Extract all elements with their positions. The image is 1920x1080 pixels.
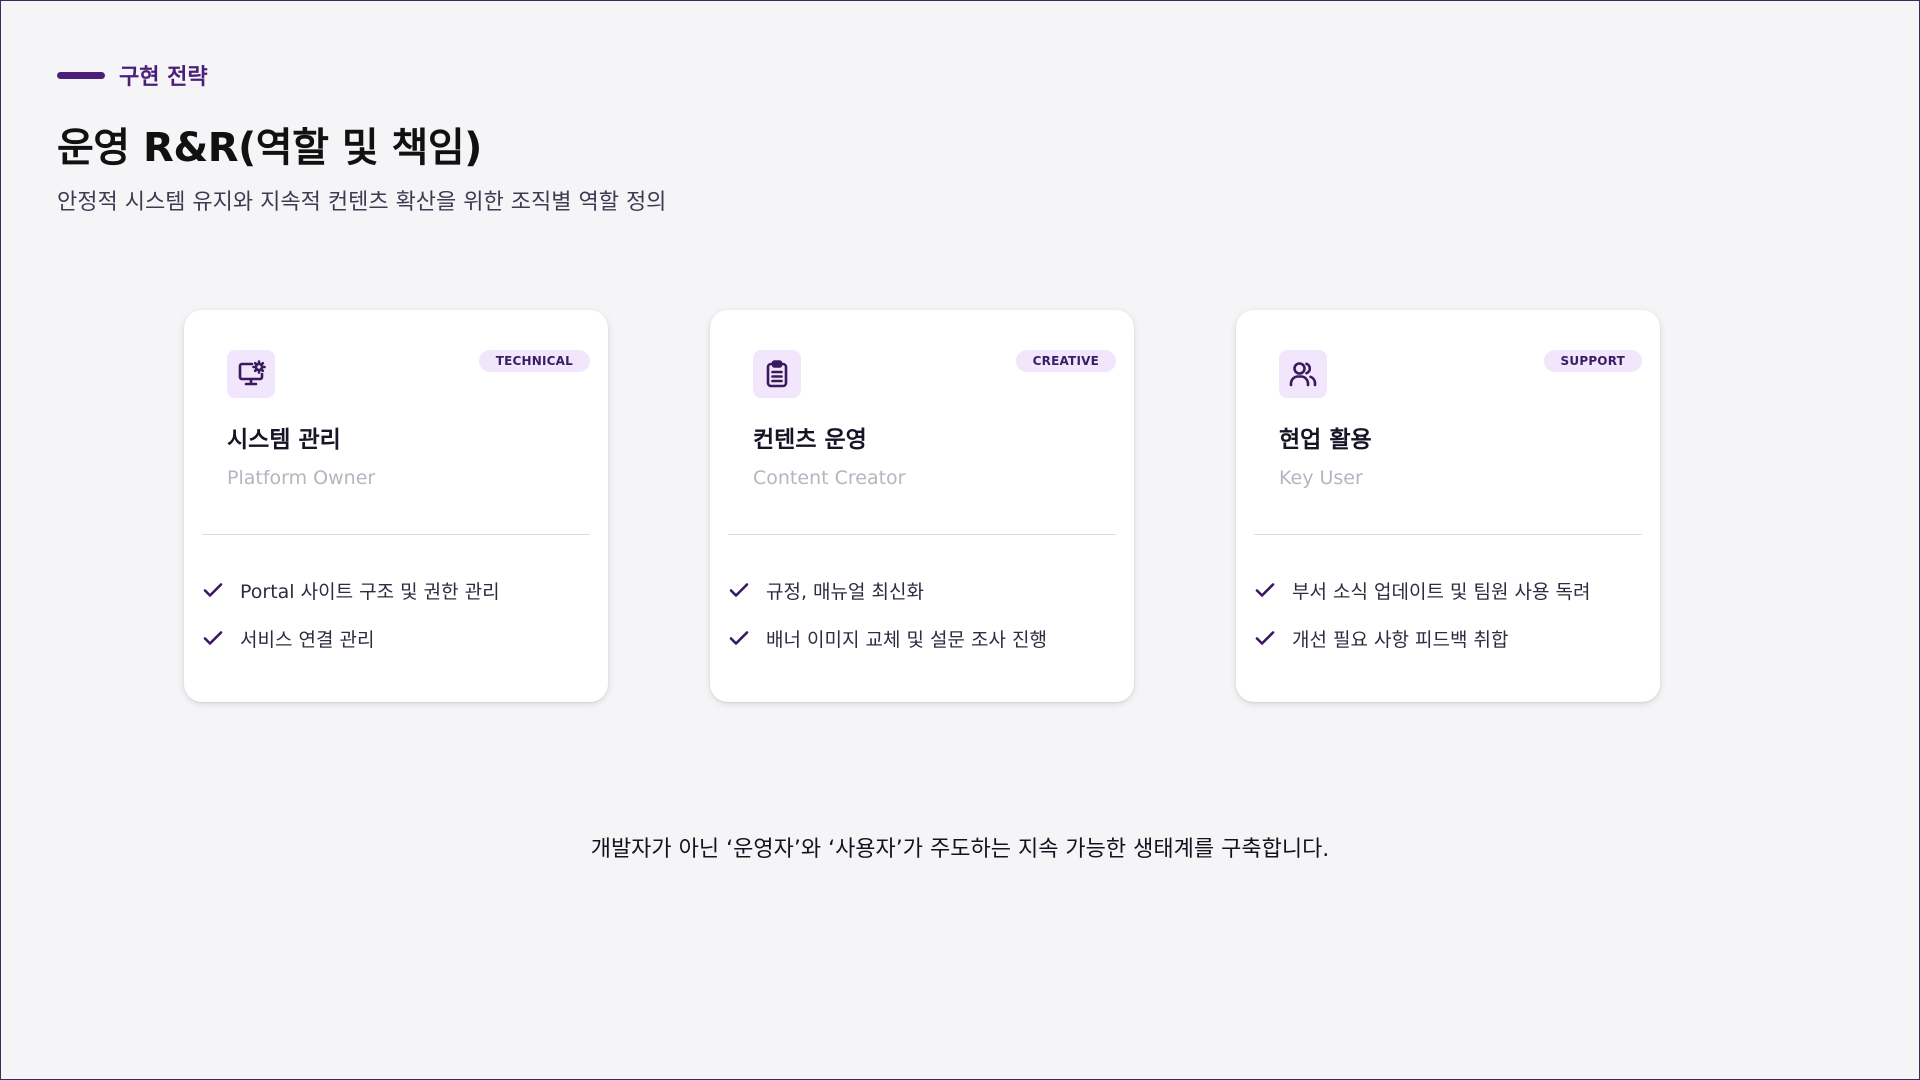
card-role: Key User [1279,467,1363,489]
list-item: 규정, 매뉴얼 최신화 [728,566,1124,614]
category-badge: SUPPORT [1543,350,1642,372]
responsibility-list: 규정, 매뉴얼 최신화 배너 이미지 교체 및 설문 조사 진행 [728,566,1124,662]
list-item-text: 부서 소식 업데이트 및 팀원 사용 독려 [1292,580,1591,603]
check-icon [1255,583,1275,597]
card-title: 시스템 관리 [227,427,341,453]
users-icon [1279,350,1327,398]
card-title: 현업 활용 [1279,427,1372,453]
page-subtitle: 안정적 시스템 유지와 지속적 컨텐츠 확산을 위한 조직별 역할 정의 [57,190,667,215]
clipboard-list-icon [753,350,801,398]
monitor-gear-icon [227,350,275,398]
check-icon [729,631,749,645]
card-title: 컨텐츠 운영 [753,427,867,453]
footer-statement: 개발자가 아닌 ‘운영자’와 ‘사용자’가 주도하는 지속 가능한 생태계를 구… [590,837,1330,862]
list-item: 개선 필요 사항 피드백 취합 [1254,614,1650,662]
role-card-business: SUPPORT 현업 활용 Key User 부서 소식 업데이트 및 팀원 사… [1236,310,1660,702]
role-card-content: CREATIVE 컨텐츠 운영 Content Creator 규정, 매뉴얼 … [710,310,1134,702]
responsibility-list: Portal 사이트 구조 및 권한 관리 서비스 연결 관리 [202,566,598,662]
category-badge: TECHNICAL [478,350,590,372]
check-icon [729,583,749,597]
eyebrow-label: 구현 전략 [119,65,208,90]
card-role: Platform Owner [227,467,376,489]
eyebrow-accent-bar [57,71,105,79]
list-item: 배너 이미지 교체 및 설문 조사 진행 [728,614,1124,662]
section-eyebrow: 구현 전략 [57,59,208,91]
check-icon [203,583,223,597]
list-item: 서비스 연결 관리 [202,614,598,662]
responsibility-list: 부서 소식 업데이트 및 팀원 사용 독려 개선 필요 사항 피드백 취합 [1254,566,1650,662]
list-item: Portal 사이트 구조 및 권한 관리 [202,566,598,614]
card-divider [728,534,1116,535]
check-icon [203,631,223,645]
list-item-text: 서비스 연결 관리 [240,628,375,651]
list-item-text: 개선 필요 사항 피드백 취합 [1292,628,1509,651]
list-item-text: 규정, 매뉴얼 최신화 [766,580,924,603]
page-title: 운영 R&R(역할 및 책임) [57,125,482,171]
role-cards: TECHNICAL 시스템 관리 Platform Owner Portal 사… [184,310,1660,702]
list-item-text: 배너 이미지 교체 및 설문 조사 진행 [766,628,1047,651]
category-badge: CREATIVE [1015,350,1116,372]
card-divider [202,534,590,535]
list-item-text: Portal 사이트 구조 및 권한 관리 [240,580,500,603]
list-item: 부서 소식 업데이트 및 팀원 사용 독려 [1254,566,1650,614]
card-role: Content Creator [753,467,906,489]
check-icon [1255,631,1275,645]
card-divider [1254,534,1642,535]
role-card-system: TECHNICAL 시스템 관리 Platform Owner Portal 사… [184,310,608,702]
